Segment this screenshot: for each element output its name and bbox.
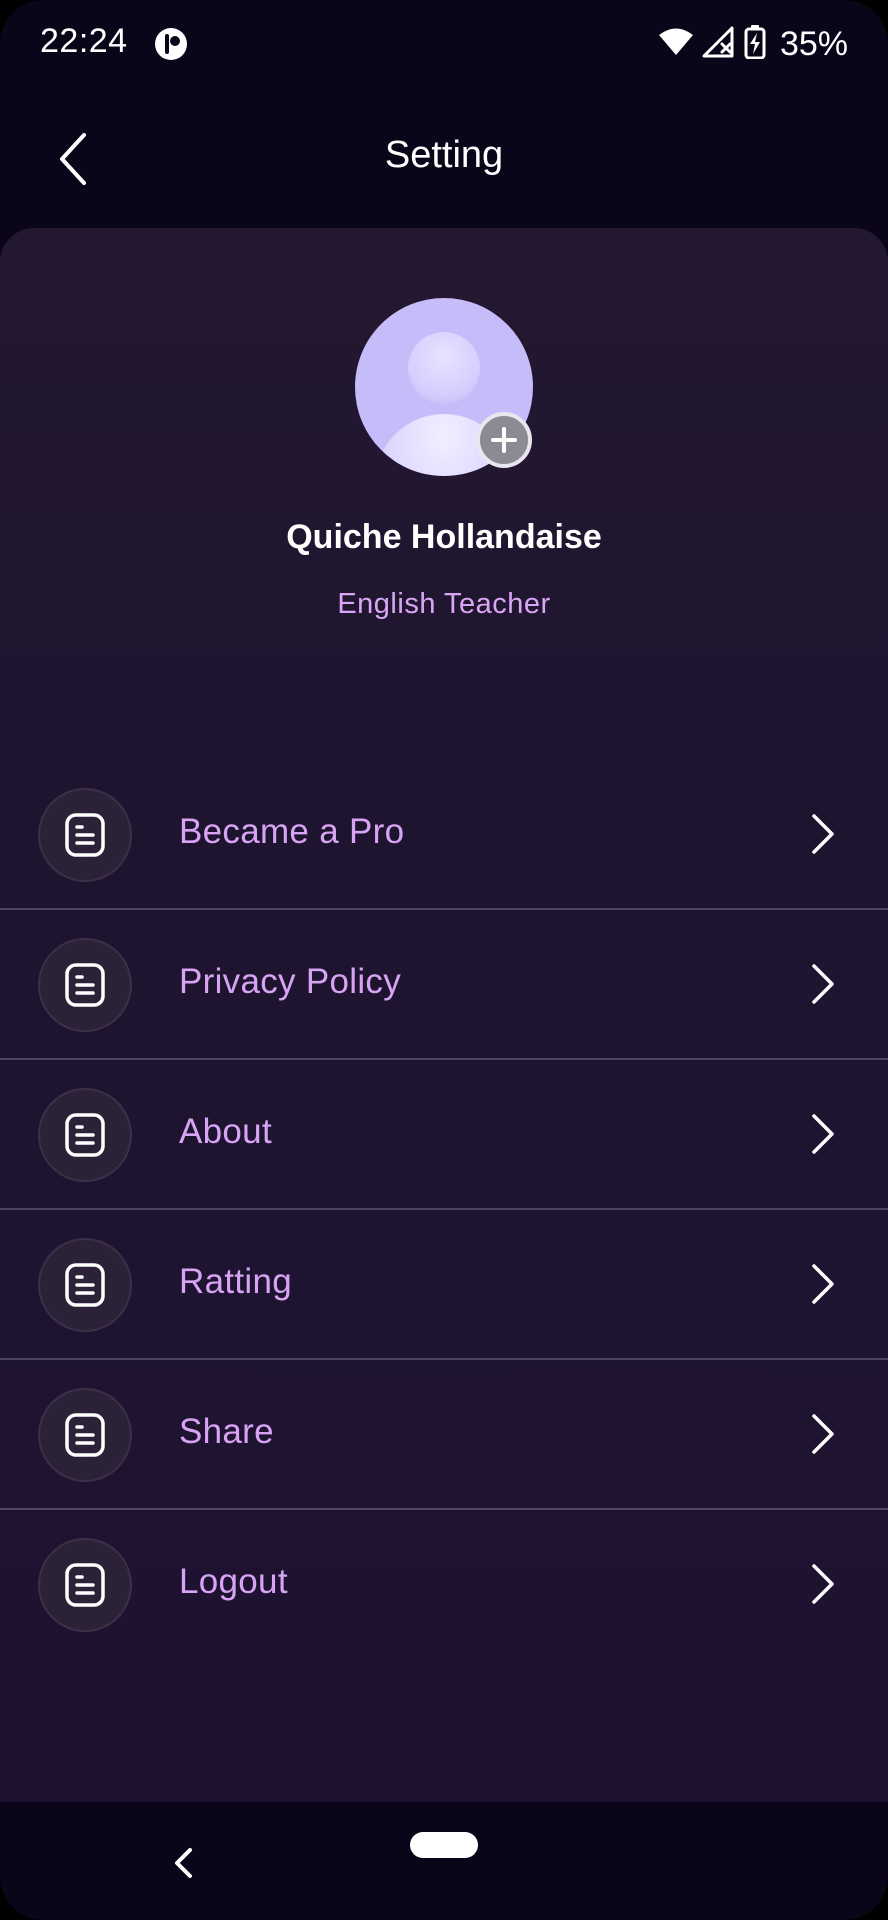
add-photo-button[interactable] <box>476 412 532 468</box>
header: Setting <box>0 88 888 228</box>
nav-home-pill[interactable] <box>410 1832 478 1858</box>
document-icon <box>38 1538 132 1632</box>
page-title: Setting <box>384 134 504 176</box>
user-placeholder-icon <box>408 332 480 404</box>
menu-item-logout[interactable]: Logout <box>0 1510 888 1660</box>
menu-item-label: Logout <box>179 1562 288 1601</box>
document-icon <box>38 1088 132 1182</box>
document-icon <box>38 788 132 882</box>
nav-back-icon[interactable] <box>170 1846 196 1880</box>
menu-item-label: Became a Pro <box>179 812 405 851</box>
menu-item-label: About <box>179 1112 272 1151</box>
document-icon <box>38 1388 132 1482</box>
chevron-right-icon <box>812 814 834 854</box>
menu-item-label: Share <box>179 1412 274 1451</box>
profile-avatar-area <box>355 298 533 476</box>
menu-item-privacy-policy[interactable]: Privacy Policy <box>0 910 888 1060</box>
phone-screen: 22:24 35% Setting Quiche Hollandaise Eng… <box>0 0 888 1920</box>
menu-item-about[interactable]: About <box>0 1060 888 1210</box>
menu-item-label: Ratting <box>179 1262 292 1301</box>
chevron-right-icon <box>812 1414 834 1454</box>
signal-icon <box>702 26 736 63</box>
app-notification-icon <box>154 27 188 61</box>
chevron-right-icon <box>812 964 834 1004</box>
chevron-right-icon <box>812 1564 834 1604</box>
document-icon <box>38 1238 132 1332</box>
user-role: English Teacher <box>337 588 551 620</box>
battery-percent: 35% <box>779 24 848 63</box>
document-icon <box>38 938 132 1032</box>
wifi-icon <box>658 27 694 62</box>
status-time: 22:24 <box>40 22 128 60</box>
menu-item-ratting[interactable]: Ratting <box>0 1210 888 1360</box>
system-nav-bar <box>0 1802 888 1920</box>
status-icons: 35% <box>658 22 848 66</box>
menu-item-became-a-pro[interactable]: Became a Pro <box>0 760 888 910</box>
chevron-right-icon <box>812 1264 834 1304</box>
status-bar: 22:24 35% <box>0 0 888 88</box>
menu-item-label: Privacy Policy <box>179 962 402 1001</box>
settings-menu: Became a Pro Privacy Policy About Rattin… <box>0 760 888 1660</box>
plus-icon <box>491 427 517 453</box>
chevron-right-icon <box>812 1114 834 1154</box>
menu-item-share[interactable]: Share <box>0 1360 888 1510</box>
settings-panel: Quiche Hollandaise English Teacher Becam… <box>0 228 888 1802</box>
user-name: Quiche Hollandaise <box>286 518 602 556</box>
battery-icon <box>744 24 766 64</box>
